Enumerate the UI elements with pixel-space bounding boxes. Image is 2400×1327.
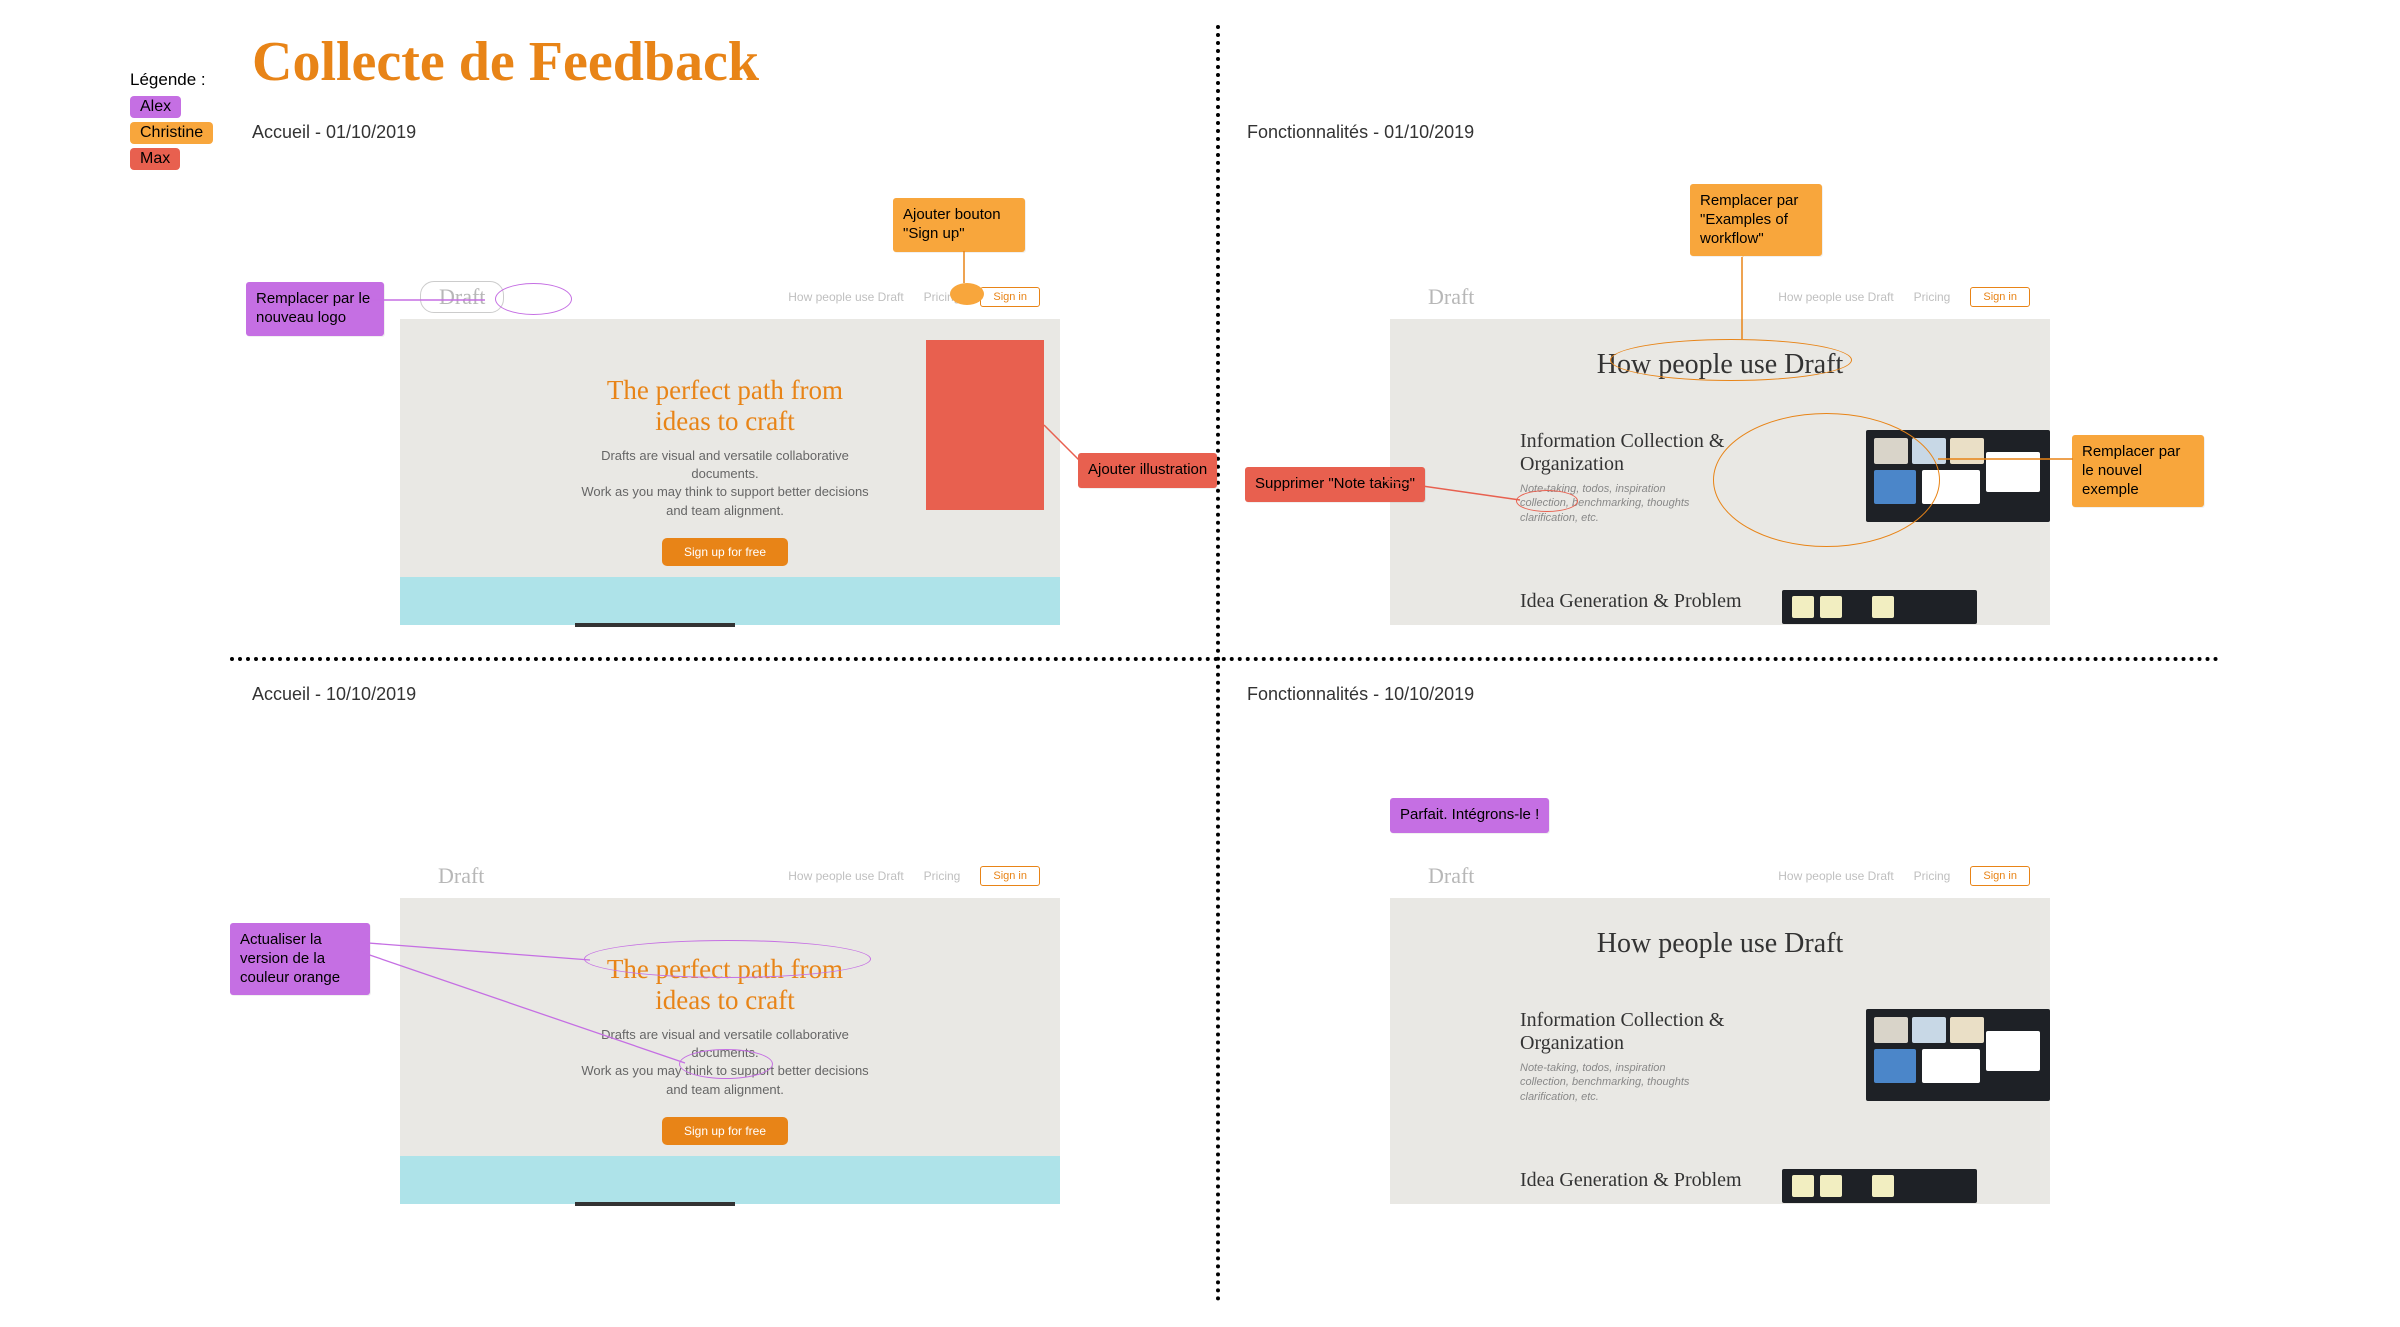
feature-1-thumb	[1866, 1009, 2050, 1101]
feature-row-1: Information Collection & Organization No…	[1520, 1009, 2050, 1104]
nav-signin: Sign in	[980, 866, 1040, 886]
footer-line	[575, 623, 735, 627]
nav-how: How people use Draft	[1778, 869, 1893, 883]
nav-how: How people use Draft	[788, 869, 903, 883]
mock-logo: Draft	[420, 861, 502, 891]
mock-logo: Draft	[1410, 861, 1492, 891]
nav-pricing: Pricing	[1914, 869, 1951, 883]
highlight-feat-thumb	[1713, 413, 1940, 547]
highlight-cta-colour	[679, 1049, 773, 1079]
teal-band	[400, 1156, 1060, 1204]
feature-row-2: Idea Generation & Problem	[1520, 590, 1977, 624]
feature-2-heading: Idea Generation & Problem	[1520, 1169, 1742, 1192]
hero-copy: The perfect path from ideas to craft Dra…	[580, 375, 870, 566]
feature-2-heading: Idea Generation & Problem	[1520, 590, 1742, 613]
hero-sub: Drafts are visual and versatile collabor…	[580, 447, 870, 520]
feature-2-thumb	[1782, 590, 1977, 624]
section-label-tl: Accueil - 01/10/2019	[252, 122, 416, 143]
divider-vertical	[1216, 25, 1220, 1302]
nav-signin: Sign in	[1970, 287, 2030, 307]
hero-illustration-placeholder	[926, 340, 1044, 510]
mock-logo: Draft	[420, 281, 504, 313]
mockup-features-v2: Draft How people use Draft Pricing Sign …	[1390, 854, 2050, 1204]
feature-1-heading: Information Collection & Organization	[1520, 1009, 1816, 1055]
note-replace-logo[interactable]: Remplacer par le nouveau logo	[246, 282, 384, 336]
hero-headline: The perfect path from ideas to craft	[580, 375, 870, 437]
feature-1-desc: Note-taking, todos, inspiration collecti…	[1520, 1061, 1690, 1104]
mockup-home-v2: Draft How people use Draft Pricing Sign …	[400, 854, 1060, 1204]
nav-pricing: Pricing	[1914, 290, 1951, 304]
note-update-orange[interactable]: Actualiser la version de la couleur oran…	[230, 923, 370, 995]
legend-tag-alex: Alex	[130, 96, 181, 118]
hero-cta: Sign up for free	[662, 1117, 788, 1145]
page-title: Collecte de Feedback	[252, 30, 759, 94]
feature-row-2: Idea Generation & Problem	[1520, 1169, 1977, 1203]
highlight-signup-spot	[950, 283, 984, 305]
teal-band	[400, 577, 1060, 625]
note-perfect[interactable]: Parfait. Intégrons-le !	[1390, 798, 1549, 833]
nav-pricing: Pricing	[924, 869, 961, 883]
divider-horizontal	[230, 657, 2220, 661]
footer-line	[575, 1202, 735, 1206]
nav-signin: Sign in	[980, 287, 1040, 307]
note-signup-tail	[955, 237, 971, 251]
note-workflow-tail	[1735, 243, 1751, 257]
highlight-headline-colour	[584, 940, 871, 978]
feature-2-thumb	[1782, 1169, 1977, 1203]
highlight-note-taking	[1516, 490, 1578, 512]
mock-logo: Draft	[1410, 282, 1492, 312]
nav-how: How people use Draft	[788, 290, 903, 304]
mock-navbar: Draft How people use Draft Pricing Sign …	[1390, 854, 2050, 898]
mockup-features-v1: Draft How people use Draft Pricing Sign …	[1390, 275, 2050, 625]
note-add-illustration[interactable]: Ajouter illustration	[1078, 453, 1217, 488]
nav-how: How people use Draft	[1778, 290, 1893, 304]
features-title: How people use Draft	[1390, 928, 2050, 960]
highlight-logo	[495, 283, 572, 315]
section-label-bl: Accueil - 10/10/2019	[252, 684, 416, 705]
section-label-br: Fonctionnalités - 10/10/2019	[1247, 684, 1474, 705]
nav-signin: Sign in	[1970, 866, 2030, 886]
highlight-feat-title	[1610, 339, 1852, 381]
note-replace-example[interactable]: Remplacer par le nouvel exemple	[2072, 435, 2204, 507]
hero-cta: Sign up for free	[662, 538, 788, 566]
note-remove-notetaking[interactable]: Supprimer "Note taking"	[1245, 467, 1425, 502]
note-replace-workflow[interactable]: Remplacer par "Examples of workflow"	[1690, 184, 1822, 256]
section-label-tr: Fonctionnalités - 01/10/2019	[1247, 122, 1474, 143]
legend-tag-christine: Christine	[130, 122, 213, 144]
mock-navbar: Draft How people use Draft Pricing Sign …	[400, 854, 1060, 898]
mockup-home-v1: Draft How people use Draft Pricing Sign …	[400, 275, 1060, 625]
legend-tag-max: Max	[130, 148, 180, 170]
mock-navbar: Draft How people use Draft Pricing Sign …	[1390, 275, 2050, 319]
legend-label: Légende :	[130, 70, 213, 90]
legend: Légende : Alex Christine Max	[130, 70, 213, 174]
